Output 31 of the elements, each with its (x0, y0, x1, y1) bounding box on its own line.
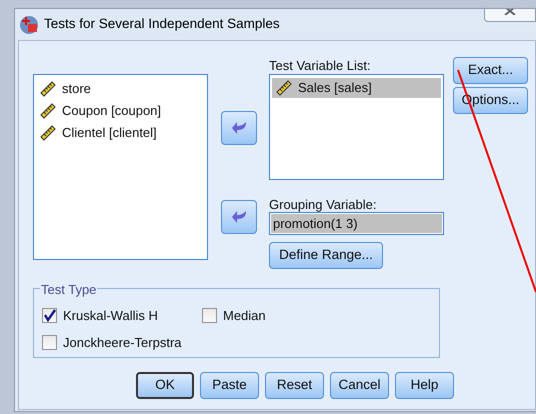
ruler-icon (276, 80, 292, 96)
move-button[interactable] (221, 111, 257, 145)
field-label: Grouping Variable: (269, 197, 376, 212)
field-label: Test Variable List: (269, 57, 371, 74)
checkbox[interactable] (42, 334, 57, 350)
app-icon (19, 14, 39, 34)
checkbox-label: Jonckheere-Terpstra (63, 334, 182, 352)
move-button[interactable] (221, 200, 257, 234)
list-item[interactable]: Sales [sales] (272, 78, 441, 98)
ruler-icon (40, 81, 56, 97)
arrow-icon (231, 210, 247, 224)
list-item[interactable]: Clientel [clientel] (36, 123, 205, 143)
close-icon (503, 9, 517, 15)
ruler-icon (40, 103, 56, 119)
dialog-button[interactable]: Reset (265, 372, 324, 399)
dialog-button[interactable]: OK (136, 372, 194, 399)
list-item[interactable]: Coupon [coupon] (36, 101, 205, 121)
arrow-icon (231, 121, 247, 135)
dialog-button[interactable]: Cancel (330, 372, 389, 399)
window-title: Tests for Several Independent Samples (44, 15, 280, 34)
dialog-button[interactable]: Exact... (453, 57, 528, 84)
dialog-button[interactable]: Paste (200, 372, 259, 399)
checkbox[interactable] (42, 308, 57, 324)
define-range-button[interactable]: Define Range... (269, 242, 383, 269)
dialog-button[interactable]: Help (395, 372, 454, 399)
checkbox-label: Kruskal-Wallis H (63, 307, 158, 325)
ruler-icon (40, 125, 56, 141)
checkbox[interactable] (202, 308, 217, 324)
grouping-variable-field[interactable]: promotion(1 3) (269, 212, 444, 235)
list-item[interactable]: store (36, 79, 205, 99)
checkbox-label: Median (223, 307, 266, 325)
